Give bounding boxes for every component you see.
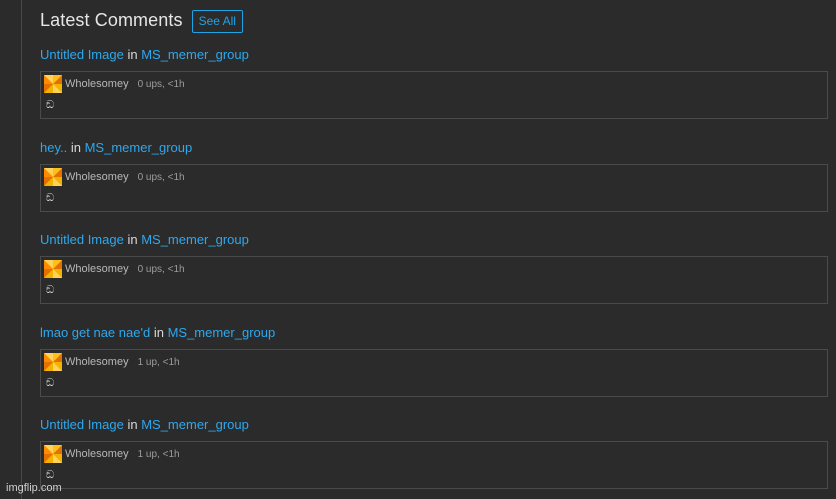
latest-comments-title: Latest Comments [40, 9, 183, 30]
post-title-link[interactable]: hey.. [40, 140, 67, 155]
comment-username[interactable]: Wholesomey [65, 356, 129, 368]
comment-text: ඞ [46, 283, 55, 296]
comment-heading: Untitled Image in MS_memer_group [40, 415, 828, 435]
comment-item: hey.. in MS_memer_group Wholesomey 0 ups… [40, 138, 828, 212]
comment-heading: hey.. in MS_memer_group [40, 138, 828, 158]
post-title-link[interactable]: Untitled Image [40, 47, 124, 62]
comment-text: ඞ [46, 376, 55, 389]
post-title-link[interactable]: lmao get nae nae'd [40, 325, 150, 340]
latest-comments-panel: Latest Comments See All Untitled Image i… [40, 7, 828, 489]
group-link[interactable]: MS_memer_group [141, 47, 249, 62]
comment-box: Wholesomey 0 ups, <1h ඞ [40, 256, 828, 304]
group-link[interactable]: MS_memer_group [168, 325, 276, 340]
comment-meta: Wholesomey 0 ups, <1h [44, 75, 185, 93]
in-label: in [127, 232, 138, 247]
comment-username[interactable]: Wholesomey [65, 171, 129, 183]
avatar-pinwheel-icon[interactable] [44, 260, 62, 278]
comment-stats: 0 ups, <1h [137, 171, 185, 183]
comment-item: Untitled Image in MS_memer_group Wholeso… [40, 230, 828, 304]
avatar-pinwheel-icon[interactable] [44, 445, 62, 463]
comment-box: Wholesomey 0 ups, <1h ඞ [40, 71, 828, 119]
latest-comments-header: Latest Comments See All [40, 7, 828, 33]
comment-meta: Wholesomey 0 ups, <1h [44, 260, 185, 278]
comment-username[interactable]: Wholesomey [65, 448, 129, 460]
in-label: in [127, 417, 138, 432]
comment-box: Wholesomey 1 up, <1h ඞ [40, 349, 828, 397]
group-link[interactable]: MS_memer_group [85, 140, 193, 155]
comment-text: ඞ [46, 98, 55, 111]
comment-text: ඞ [46, 191, 55, 204]
in-label: in [70, 140, 81, 155]
in-label: in [127, 47, 138, 62]
comment-stats: 0 ups, <1h [137, 263, 185, 275]
comment-stats: 1 up, <1h [137, 448, 180, 460]
comment-item: lmao get nae nae'd in MS_memer_group Who… [40, 323, 828, 397]
see-all-button[interactable]: See All [191, 9, 243, 33]
comment-meta: Wholesomey 1 up, <1h [44, 445, 180, 463]
avatar-pinwheel-icon[interactable] [44, 168, 62, 186]
comment-username[interactable]: Wholesomey [65, 263, 129, 275]
left-divider [21, 0, 22, 499]
comment-stats: 0 ups, <1h [137, 78, 185, 90]
in-label: in [153, 325, 164, 340]
avatar-pinwheel-icon[interactable] [44, 353, 62, 371]
comment-item: Untitled Image in MS_memer_group Wholeso… [40, 415, 828, 489]
post-title-link[interactable]: Untitled Image [40, 232, 124, 247]
comment-meta: Wholesomey 1 up, <1h [44, 353, 180, 371]
avatar-pinwheel-icon[interactable] [44, 75, 62, 93]
comment-box: Wholesomey 1 up, <1h ඞ [40, 441, 828, 489]
comment-item: Untitled Image in MS_memer_group Wholeso… [40, 45, 828, 119]
comment-heading: Untitled Image in MS_memer_group [40, 230, 828, 250]
comment-heading: Untitled Image in MS_memer_group [40, 45, 828, 65]
comment-username[interactable]: Wholesomey [65, 78, 129, 90]
comment-stats: 1 up, <1h [137, 356, 180, 368]
group-link[interactable]: MS_memer_group [141, 232, 249, 247]
comment-heading: lmao get nae nae'd in MS_memer_group [40, 323, 828, 343]
imgflip-watermark: imgflip.com [6, 482, 62, 494]
post-title-link[interactable]: Untitled Image [40, 417, 124, 432]
group-link[interactable]: MS_memer_group [141, 417, 249, 432]
comment-meta: Wholesomey 0 ups, <1h [44, 168, 185, 186]
comment-box: Wholesomey 0 ups, <1h ඞ [40, 164, 828, 212]
comment-text: ඞ [46, 468, 55, 481]
